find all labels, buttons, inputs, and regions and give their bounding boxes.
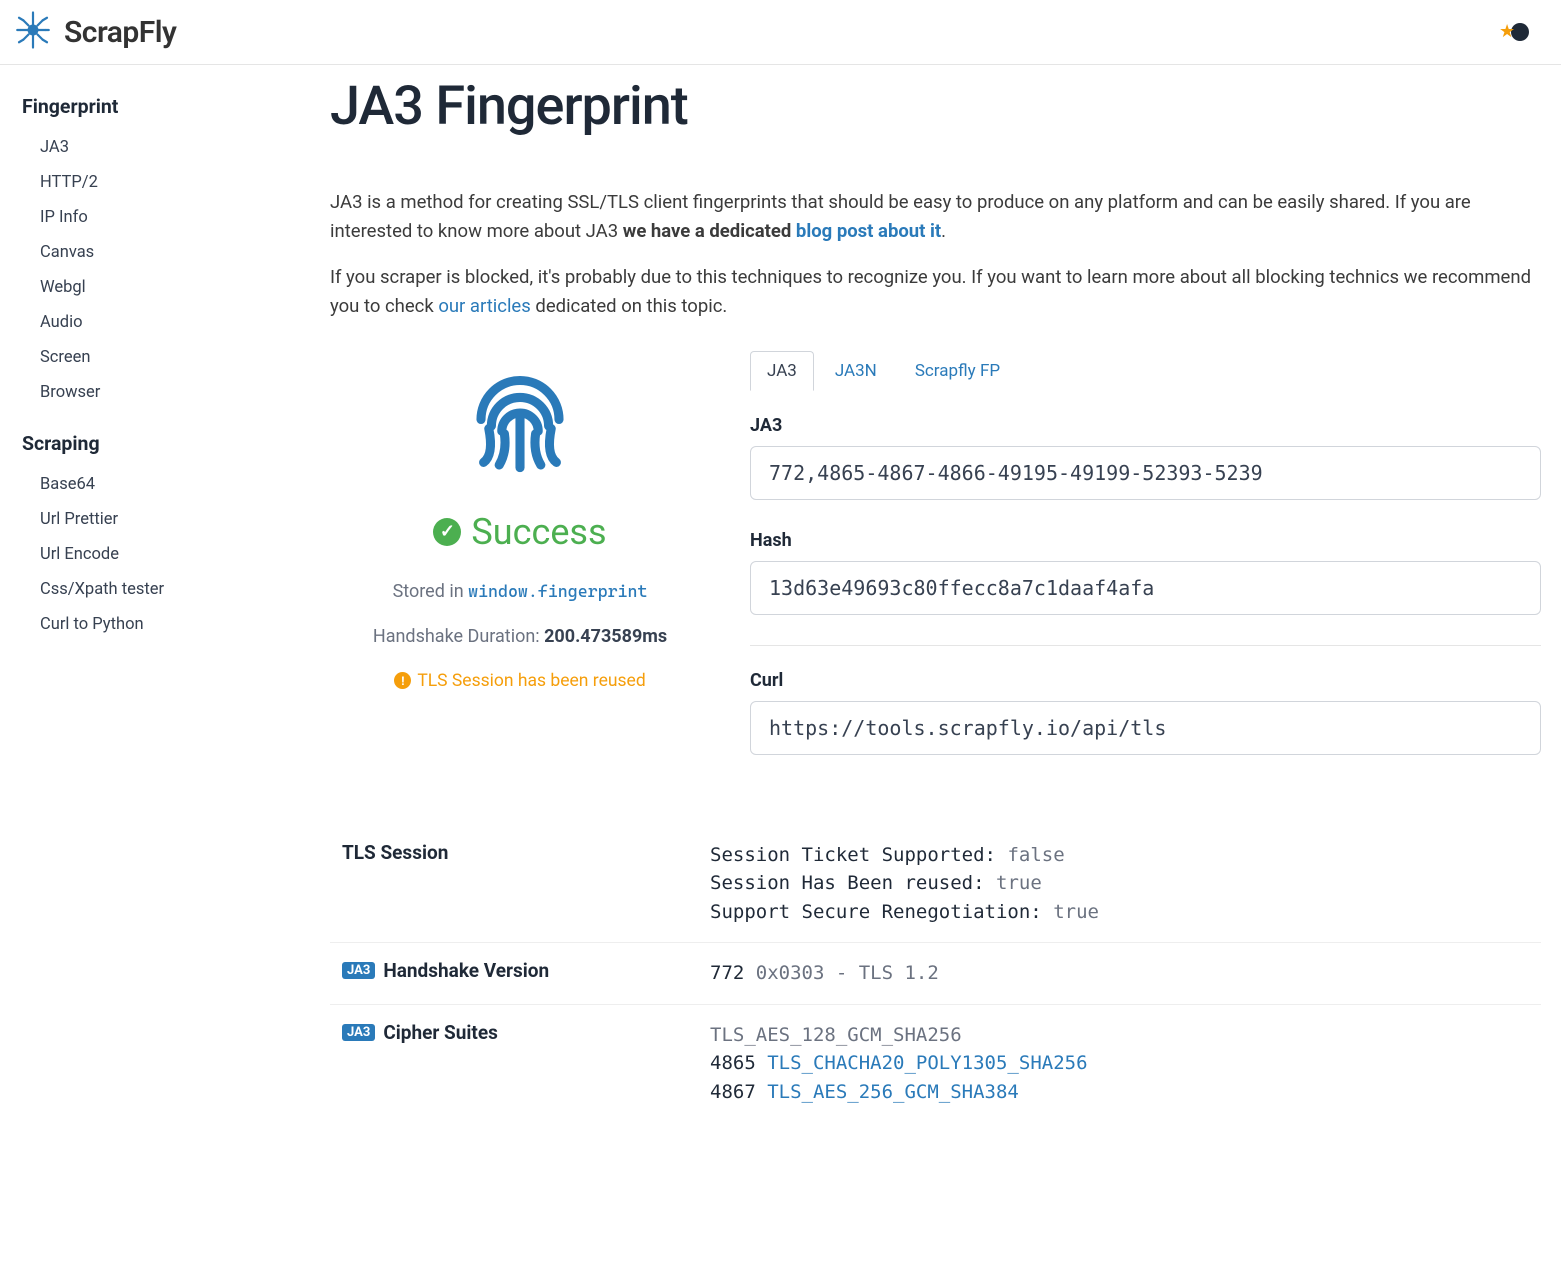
top-header: ScrapFly xyxy=(0,0,1561,65)
ja3-label: JA3 xyxy=(750,415,1541,436)
brand-name: ScrapFly xyxy=(64,15,176,50)
tls-session-heading: TLS Session xyxy=(330,841,710,927)
details-table: TLS Session Session Ticket Supported: fa… xyxy=(330,825,1541,1123)
stored-line: Stored in window.fingerprint xyxy=(330,581,710,602)
cipher-suites-values: TLS_AES_128_GCM_SHA256 4865 TLS_CHACHA20… xyxy=(710,1021,1541,1107)
curl-label: Curl xyxy=(750,670,1541,691)
sidebar-item-ja3[interactable]: JA3 xyxy=(22,130,288,165)
handshake-version-heading: JA3 Handshake Version xyxy=(330,959,710,988)
data-column: JA3 JA3N Scrapfly FP JA3 772,4865-4867-4… xyxy=(750,351,1541,785)
sidebar-item-webgl[interactable]: Webgl xyxy=(22,270,288,305)
handshake-duration: Handshake Duration: 200.473589ms xyxy=(330,626,710,647)
sidebar-item-ipinfo[interactable]: IP Info xyxy=(22,200,288,235)
sidebar-list-fingerprint: JA3 HTTP/2 IP Info Canvas Webgl Audio Sc… xyxy=(22,130,288,410)
tls-session-values: Session Ticket Supported: false Session … xyxy=(710,841,1541,927)
sidebar-item-audio[interactable]: Audio xyxy=(22,305,288,340)
sidebar-item-browser[interactable]: Browser xyxy=(22,375,288,410)
hash-label: Hash xyxy=(750,530,1541,551)
tab-scrapflyfp[interactable]: Scrapfly FP xyxy=(898,351,1017,391)
intro1-bold: we have a dedicated xyxy=(623,220,796,242)
row-handshake-version: JA3 Handshake Version 772 0x0303 - TLS 1… xyxy=(330,943,1541,1005)
stored-code: window.fingerprint xyxy=(468,581,647,601)
tls-warning: ! TLS Session has been reused xyxy=(330,671,710,691)
tls-warning-text: TLS Session has been reused xyxy=(417,671,645,691)
ja3-tag: JA3 xyxy=(342,1024,375,1041)
success-text: Success xyxy=(471,511,606,553)
spider-icon xyxy=(12,9,54,55)
cipher-suites-heading: JA3 Cipher Suites xyxy=(330,1021,710,1107)
divider xyxy=(750,645,1541,646)
tabs: JA3 JA3N Scrapfly FP xyxy=(750,351,1541,391)
sidebar-item-canvas[interactable]: Canvas xyxy=(22,235,288,270)
tab-ja3n[interactable]: JA3N xyxy=(818,351,894,391)
warning-icon: ! xyxy=(394,672,411,689)
ja3-tag: JA3 xyxy=(342,962,375,979)
intro2-tail: dedicated on this topic. xyxy=(531,295,728,317)
sidebar: Fingerprint JA3 HTTP/2 IP Info Canvas We… xyxy=(0,65,310,1162)
sidebar-item-base64[interactable]: Base64 xyxy=(22,467,288,502)
hash-value[interactable]: 13d63e49693c80ffecc8a7c1daaf4afa xyxy=(750,561,1541,615)
intro1-tail: . xyxy=(941,220,946,242)
cipher-link-2[interactable]: TLS_AES_256_GCM_SHA384 xyxy=(767,1081,1019,1103)
row-tls-session: TLS Session Session Ticket Supported: fa… xyxy=(330,825,1541,944)
sidebar-item-curltopython[interactable]: Curl to Python xyxy=(22,607,288,642)
success-status: ✓ Success xyxy=(330,511,710,553)
sidebar-heading-scraping: Scraping xyxy=(22,432,288,455)
sidebar-item-http2[interactable]: HTTP/2 xyxy=(22,165,288,200)
sidebar-item-cssxpath[interactable]: Css/Xpath tester xyxy=(22,572,288,607)
cipher-link-1[interactable]: TLS_CHACHA20_POLY1305_SHA256 xyxy=(767,1052,1087,1074)
blog-post-link[interactable]: blog post about it xyxy=(796,220,941,242)
our-articles-link[interactable]: our articles xyxy=(438,295,530,317)
tab-ja3[interactable]: JA3 xyxy=(750,351,814,391)
theme-toggle[interactable] xyxy=(1511,23,1529,41)
handshake-version-value: 772 0x0303 - TLS 1.2 xyxy=(710,959,1541,988)
status-column: ✓ Success Stored in window.fingerprint H… xyxy=(330,351,710,785)
main-content: JA3 Fingerprint JA3 is a method for crea… xyxy=(310,65,1561,1162)
intro-block: JA3 is a method for creating SSL/TLS cli… xyxy=(330,188,1541,321)
sidebar-item-urlprettier[interactable]: Url Prettier xyxy=(22,502,288,537)
curl-value[interactable]: https://tools.scrapfly.io/api/tls xyxy=(750,701,1541,755)
sidebar-heading-fingerprint: Fingerprint xyxy=(22,95,288,118)
check-icon: ✓ xyxy=(433,518,461,546)
sidebar-item-urlencode[interactable]: Url Encode xyxy=(22,537,288,572)
page-title: JA3 Fingerprint xyxy=(330,75,1541,138)
sidebar-list-scraping: Base64 Url Prettier Url Encode Css/Xpath… xyxy=(22,467,288,642)
fingerprint-icon xyxy=(330,361,710,491)
ja3-value[interactable]: 772,4865-4867-4866-49195-49199-52393-523… xyxy=(750,446,1541,500)
row-cipher-suites: JA3 Cipher Suites TLS_AES_128_GCM_SHA256… xyxy=(330,1005,1541,1123)
brand-logo[interactable]: ScrapFly xyxy=(12,9,176,55)
sidebar-item-screen[interactable]: Screen xyxy=(22,340,288,375)
